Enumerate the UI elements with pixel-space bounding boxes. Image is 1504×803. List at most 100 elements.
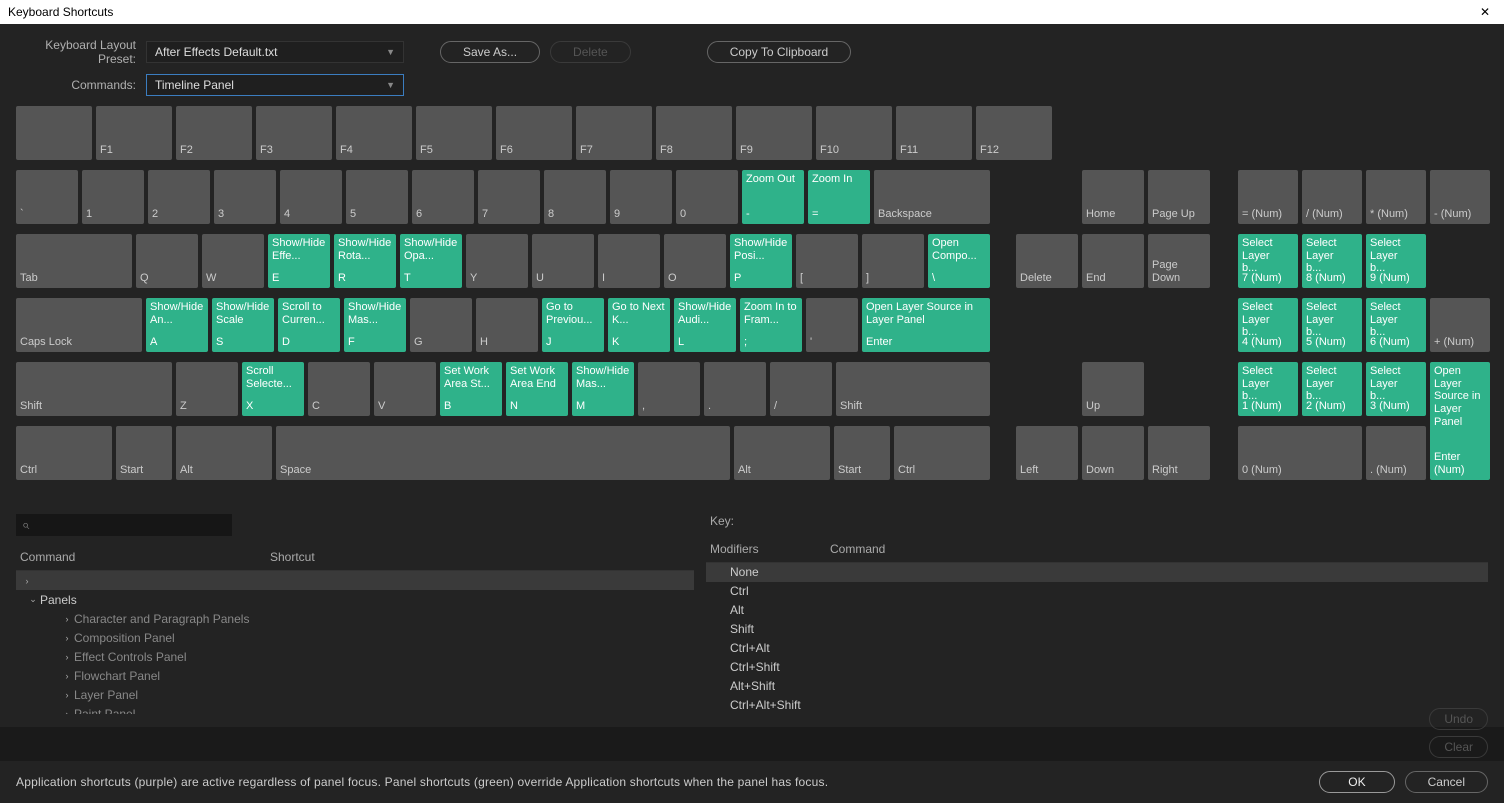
- key-t[interactable]: Show/Hide Opa...T: [400, 234, 462, 288]
- modifier-row[interactable]: Ctrl+Alt+Shift: [706, 696, 1488, 715]
- key-0num[interactable]: 0 (Num): [1238, 426, 1362, 480]
- chevron-right-icon[interactable]: ›: [60, 652, 74, 662]
- key-q[interactable]: Q: [136, 234, 198, 288]
- chevron-down-icon[interactable]: ⌄: [26, 594, 40, 605]
- key-n[interactable]: Set Work Area EndN: [506, 362, 568, 416]
- key-8num[interactable]: Select Layer b...8 (Num): [1302, 234, 1362, 288]
- modifier-row[interactable]: Alt: [706, 601, 1488, 620]
- key-l[interactable]: Show/Hide Audi...L: [674, 298, 736, 352]
- command-tree[interactable]: ›⌄Panels›Character and Paragraph Panels›…: [16, 571, 694, 714]
- key-h[interactable]: H: [476, 298, 538, 352]
- key-[interactable]: ,: [638, 362, 700, 416]
- chevron-right-icon[interactable]: ›: [60, 633, 74, 643]
- modifier-row[interactable]: None: [706, 563, 1488, 582]
- key-[interactable]: /: [770, 362, 832, 416]
- key-2[interactable]: 2: [148, 170, 210, 224]
- key-start[interactable]: Start: [834, 426, 890, 480]
- key-space[interactable]: Space: [276, 426, 730, 480]
- key-d[interactable]: Scroll to Curren...D: [278, 298, 340, 352]
- modifier-row[interactable]: Alt+Shift: [706, 677, 1488, 696]
- key-pageup[interactable]: Page Up: [1148, 170, 1210, 224]
- search-input[interactable]: ⌕: [16, 514, 232, 536]
- key-num[interactable]: = (Num): [1238, 170, 1298, 224]
- key-7num[interactable]: Select Layer b...7 (Num): [1238, 234, 1298, 288]
- modifier-row[interactable]: Shift: [706, 620, 1488, 639]
- key-pagedown[interactable]: Page Down: [1148, 234, 1210, 288]
- close-icon[interactable]: ✕: [1474, 5, 1496, 19]
- key-5[interactable]: 5: [346, 170, 408, 224]
- key-up[interactable]: Up: [1082, 362, 1144, 416]
- key-blank[interactable]: [16, 106, 92, 160]
- key-u[interactable]: U: [532, 234, 594, 288]
- key-[interactable]: Open Compo...\: [928, 234, 990, 288]
- key-home[interactable]: Home: [1082, 170, 1144, 224]
- key-[interactable]: ]: [862, 234, 924, 288]
- key-f12[interactable]: F12: [976, 106, 1052, 160]
- key-w[interactable]: W: [202, 234, 264, 288]
- key-z[interactable]: Z: [176, 362, 238, 416]
- copy-clipboard-button[interactable]: Copy To Clipboard: [707, 41, 852, 63]
- key-9num[interactable]: Select Layer b...9 (Num): [1366, 234, 1426, 288]
- key-[interactable]: .: [704, 362, 766, 416]
- key-end[interactable]: End: [1082, 234, 1144, 288]
- key-4num[interactable]: Select Layer b...4 (Num): [1238, 298, 1298, 352]
- key-f9[interactable]: F9: [736, 106, 812, 160]
- key-9[interactable]: 9: [610, 170, 672, 224]
- tree-row[interactable]: ›Character and Paragraph Panels: [16, 609, 694, 628]
- key-enternum[interactable]: Open Layer Source in Layer PanelEnter (N…: [1430, 362, 1490, 480]
- chevron-right-icon[interactable]: ›: [60, 690, 74, 700]
- commands-dropdown[interactable]: Timeline Panel ▼: [146, 74, 404, 96]
- key-r[interactable]: Show/Hide Rota...R: [334, 234, 396, 288]
- modifier-row[interactable]: Ctrl+Alt: [706, 639, 1488, 658]
- key-f6[interactable]: F6: [496, 106, 572, 160]
- tree-row[interactable]: ›Paint Panel: [16, 704, 694, 714]
- key-c[interactable]: C: [308, 362, 370, 416]
- key-s[interactable]: Show/Hide ScaleS: [212, 298, 274, 352]
- key-num[interactable]: * (Num): [1366, 170, 1426, 224]
- tree-row[interactable]: ⌄Panels: [16, 590, 694, 609]
- tree-row[interactable]: ›Flowchart Panel: [16, 666, 694, 685]
- key-e[interactable]: Show/Hide Effe...E: [268, 234, 330, 288]
- key-k[interactable]: Go to Next K...K: [608, 298, 670, 352]
- key-6num[interactable]: Select Layer b...6 (Num): [1366, 298, 1426, 352]
- key-i[interactable]: I: [598, 234, 660, 288]
- key-o[interactable]: O: [664, 234, 726, 288]
- key-[interactable]: [: [796, 234, 858, 288]
- chevron-right-icon[interactable]: ›: [60, 614, 74, 624]
- key-m[interactable]: Show/Hide Mas...M: [572, 362, 634, 416]
- key-num[interactable]: . (Num): [1366, 426, 1426, 480]
- preset-dropdown[interactable]: After Effects Default.txt ▼: [146, 41, 404, 63]
- modifier-list[interactable]: NoneCtrlAltShiftCtrl+AltCtrl+ShiftAlt+Sh…: [706, 563, 1488, 715]
- save-as-button[interactable]: Save As...: [440, 41, 540, 63]
- key-[interactable]: Zoom In=: [808, 170, 870, 224]
- key-g[interactable]: G: [410, 298, 472, 352]
- key-num[interactable]: - (Num): [1430, 170, 1490, 224]
- key-capslock[interactable]: Caps Lock: [16, 298, 142, 352]
- key-tab[interactable]: Tab: [16, 234, 132, 288]
- key-shift[interactable]: Shift: [16, 362, 172, 416]
- tree-row[interactable]: ›Composition Panel: [16, 628, 694, 647]
- key-3[interactable]: 3: [214, 170, 276, 224]
- ok-button[interactable]: OK: [1319, 771, 1394, 793]
- key-f4[interactable]: F4: [336, 106, 412, 160]
- key-f2[interactable]: F2: [176, 106, 252, 160]
- key-[interactable]: Zoom In to Fram...;: [740, 298, 802, 352]
- key-1[interactable]: 1: [82, 170, 144, 224]
- key-p[interactable]: Show/Hide Posi...P: [730, 234, 792, 288]
- chevron-right-icon[interactable]: ›: [60, 709, 74, 715]
- tree-row[interactable]: ›: [16, 571, 694, 590]
- key-x[interactable]: Scroll Selecte...X: [242, 362, 304, 416]
- key-1num[interactable]: Select Layer b...1 (Num): [1238, 362, 1298, 416]
- key-7[interactable]: 7: [478, 170, 540, 224]
- chevron-right-icon[interactable]: ›: [60, 671, 74, 681]
- key-3num[interactable]: Select Layer b...3 (Num): [1366, 362, 1426, 416]
- chevron-right-icon[interactable]: ›: [20, 576, 34, 586]
- key-b[interactable]: Set Work Area St...B: [440, 362, 502, 416]
- key-f1[interactable]: F1: [96, 106, 172, 160]
- key-right[interactable]: Right: [1148, 426, 1210, 480]
- key-v[interactable]: V: [374, 362, 436, 416]
- key-enter[interactable]: Open Layer Source in Layer PanelEnter: [862, 298, 990, 352]
- key-6[interactable]: 6: [412, 170, 474, 224]
- key-[interactable]: `: [16, 170, 78, 224]
- key-f3[interactable]: F3: [256, 106, 332, 160]
